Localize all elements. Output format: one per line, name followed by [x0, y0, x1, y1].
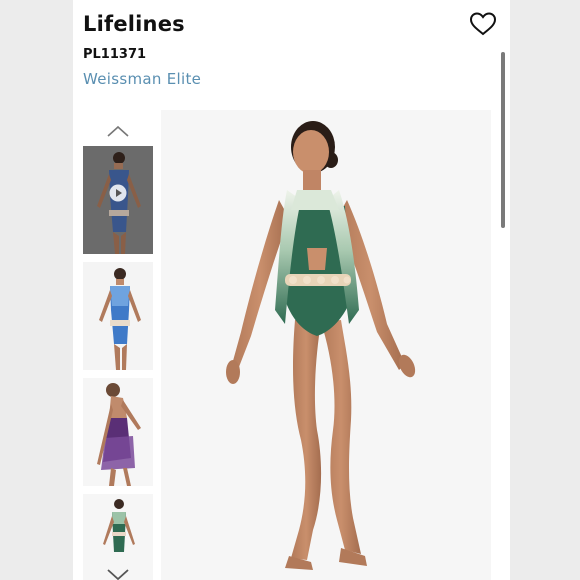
thumbnail-blue[interactable]: [83, 262, 153, 370]
chevron-up-icon[interactable]: [106, 124, 130, 138]
dancer-thumbnail-image: [83, 262, 153, 370]
thumbnail-video[interactable]: [83, 146, 153, 254]
thumbnail-strip: [83, 146, 153, 580]
brand-link[interactable]: Weissman Elite: [83, 70, 201, 88]
heart-outline-icon[interactable]: [469, 10, 497, 38]
dancer-main-image: [161, 110, 491, 580]
dancer-thumbnail-image: [83, 378, 153, 486]
product-title: Lifelines: [83, 12, 185, 36]
scrollbar[interactable]: [501, 52, 505, 228]
play-icon[interactable]: [109, 184, 127, 202]
product-card: Lifelines PL11371 Weissman Elite: [73, 0, 510, 580]
thumbnail-purple[interactable]: [83, 378, 153, 486]
chevron-down-icon[interactable]: [106, 568, 130, 580]
main-product-image[interactable]: [161, 110, 491, 580]
product-sku: PL11371: [83, 47, 147, 62]
